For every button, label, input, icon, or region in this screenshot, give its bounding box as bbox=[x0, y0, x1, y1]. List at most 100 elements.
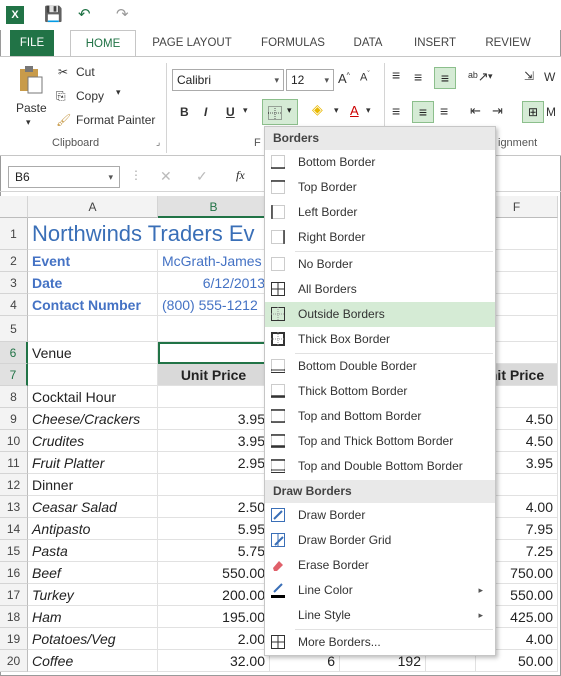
insert-function-icon[interactable]: fx bbox=[236, 168, 245, 183]
row-header-selected[interactable]: 6 bbox=[0, 342, 28, 364]
save-icon[interactable]: 💾 bbox=[44, 5, 63, 23]
cell-a4[interactable]: Contact Number bbox=[28, 294, 158, 316]
row-header[interactable]: 5 bbox=[0, 316, 28, 342]
sheet-title-cell[interactable]: Northwinds Traders Ev bbox=[28, 218, 270, 250]
row-header[interactable]: 3 bbox=[0, 272, 28, 294]
font-name-combo[interactable]: Calibri ▾ bbox=[172, 69, 284, 91]
shrink-font-icon[interactable]: Aˇ bbox=[360, 71, 370, 84]
cancel-icon[interactable]: ✕ bbox=[160, 168, 172, 185]
font-size-combo[interactable]: 12 ▾ bbox=[286, 69, 334, 91]
orientation-icon[interactable]: ᵃᵇ↗ bbox=[468, 69, 489, 85]
cell-b20[interactable]: 32.00 bbox=[158, 650, 270, 672]
tab-review[interactable]: REVIEW bbox=[478, 30, 538, 56]
menu-item-top-and-double-bottom-border[interactable]: Top and Double Bottom Border bbox=[265, 454, 495, 479]
orientation-dropdown-icon[interactable]: ▾ bbox=[488, 71, 493, 82]
select-all-corner[interactable] bbox=[0, 196, 28, 218]
cell-a12[interactable]: Dinner bbox=[28, 474, 158, 496]
cell-b3[interactable]: 6/12/2013 bbox=[158, 272, 270, 294]
cell-b7[interactable]: Unit Price bbox=[158, 364, 270, 386]
row-header[interactable]: 4 bbox=[0, 294, 28, 316]
copy-icon[interactable]: ⎘ bbox=[56, 89, 66, 104]
cell-b14[interactable]: 5.95 bbox=[158, 518, 270, 540]
row-header[interactable]: 16 bbox=[0, 562, 28, 584]
borders-button[interactable]: ▾ bbox=[262, 99, 298, 125]
grow-font-icon[interactable]: A^ bbox=[338, 71, 350, 86]
tab-insert[interactable]: INSERT bbox=[404, 30, 466, 56]
menu-item-line-style[interactable]: Line Style ▸ bbox=[265, 603, 495, 628]
cell-b19[interactable]: 2.00 bbox=[158, 628, 270, 650]
copy-dropdown-icon[interactable]: ▾ bbox=[116, 87, 121, 98]
menu-item-bottom-border[interactable]: Bottom Border bbox=[265, 150, 495, 175]
merge-center-icon[interactable]: ⊞ bbox=[522, 101, 544, 123]
cell-b5[interactable] bbox=[158, 316, 270, 342]
bold-button[interactable]: B bbox=[180, 105, 189, 119]
undo-icon[interactable]: ↶ bbox=[78, 5, 91, 23]
cell-a17[interactable]: Turkey bbox=[28, 584, 158, 606]
row-header-selected[interactable]: 7 bbox=[0, 364, 28, 386]
row-header[interactable]: 14 bbox=[0, 518, 28, 540]
menu-item-right-border[interactable]: Right Border bbox=[265, 225, 495, 250]
merge-center-label[interactable]: M bbox=[546, 105, 556, 119]
tab-file[interactable]: FILE bbox=[10, 30, 54, 56]
cut-button[interactable]: Cut bbox=[76, 65, 95, 79]
cell-b11[interactable]: 2.95 bbox=[158, 452, 270, 474]
increase-indent-icon[interactable]: ⇥ bbox=[492, 103, 503, 119]
cell-a7[interactable] bbox=[28, 364, 158, 386]
align-center-icon[interactable]: ≡ bbox=[412, 101, 434, 123]
menu-item-thick-box-border[interactable]: Thick Box Border bbox=[265, 327, 495, 352]
font-color-dropdown-icon[interactable]: ▾ bbox=[366, 105, 371, 116]
wrap-text-label[interactable]: W bbox=[544, 70, 555, 84]
align-left-icon[interactable]: ≡ bbox=[392, 103, 400, 119]
cell-b16[interactable]: 550.00 bbox=[158, 562, 270, 584]
cell-a19[interactable]: Potatoes/Veg bbox=[28, 628, 158, 650]
menu-item-no-border[interactable]: No Border bbox=[265, 252, 495, 277]
name-box[interactable]: B6 ▾ bbox=[8, 166, 120, 188]
menu-item-top-and-thick-bottom-border[interactable]: Top and Thick Bottom Border bbox=[265, 429, 495, 454]
row-header[interactable]: 19 bbox=[0, 628, 28, 650]
cell-b10[interactable]: 3.95 bbox=[158, 430, 270, 452]
align-right-icon[interactable]: ≡ bbox=[440, 103, 448, 119]
cell-a11[interactable]: Fruit Platter bbox=[28, 452, 158, 474]
cell-b9[interactable]: 3.95 bbox=[158, 408, 270, 430]
menu-item-erase-border[interactable]: Erase Border bbox=[265, 553, 495, 578]
column-header-b[interactable]: B bbox=[158, 196, 270, 218]
paste-dropdown-icon[interactable]: ▾ bbox=[26, 117, 31, 128]
row-header[interactable]: 18 bbox=[0, 606, 28, 628]
row-header[interactable]: 8 bbox=[0, 386, 28, 408]
tab-home[interactable]: HOME bbox=[70, 30, 136, 56]
enter-icon[interactable]: ✓ bbox=[196, 168, 208, 185]
menu-item-line-color[interactable]: Line Color ▸ bbox=[265, 578, 495, 603]
format-painter-button[interactable]: Format Painter bbox=[76, 113, 155, 127]
paste-icon[interactable] bbox=[18, 65, 44, 95]
cell-b6-active[interactable] bbox=[158, 342, 270, 364]
cell-a2[interactable]: Event bbox=[28, 250, 158, 272]
align-top-icon[interactable]: ≡ bbox=[392, 67, 400, 83]
row-header[interactable]: 15 bbox=[0, 540, 28, 562]
row-header[interactable]: 13 bbox=[0, 496, 28, 518]
cell-a10[interactable]: Crudites bbox=[28, 430, 158, 452]
menu-item-draw-border-grid[interactable]: Draw Border Grid bbox=[265, 528, 495, 553]
row-header[interactable]: 11 bbox=[0, 452, 28, 474]
decrease-indent-icon[interactable]: ⇤ bbox=[470, 103, 481, 119]
cell-b8[interactable] bbox=[158, 386, 270, 408]
menu-item-draw-border[interactable]: Draw Border bbox=[265, 503, 495, 528]
align-bottom-icon[interactable]: ≡ bbox=[434, 67, 456, 89]
cell-a15[interactable]: Pasta bbox=[28, 540, 158, 562]
cell-b12[interactable] bbox=[158, 474, 270, 496]
cell-a9[interactable]: Cheese/Crackers bbox=[28, 408, 158, 430]
menu-item-thick-bottom-border[interactable]: Thick Bottom Border bbox=[265, 379, 495, 404]
menu-item-outside-borders-highlighted[interactable]: Outside Borders bbox=[265, 302, 495, 327]
menu-item-bottom-double-border[interactable]: Bottom Double Border bbox=[265, 354, 495, 379]
copy-button[interactable]: Copy bbox=[76, 89, 104, 103]
tab-data[interactable]: DATA bbox=[346, 30, 390, 56]
row-header[interactable]: 1 bbox=[0, 218, 28, 250]
cell-b4[interactable]: (800) 555-1212 bbox=[158, 294, 270, 316]
cell-a6[interactable]: Venue bbox=[28, 342, 158, 364]
redo-icon[interactable]: ↷ bbox=[116, 5, 129, 23]
cell-b2[interactable]: McGrath-James bbox=[158, 250, 270, 272]
cell-b13[interactable]: 2.50 bbox=[158, 496, 270, 518]
cell-a14[interactable]: Antipasto bbox=[28, 518, 158, 540]
row-header[interactable]: 17 bbox=[0, 584, 28, 606]
menu-item-top-and-bottom-border[interactable]: Top and Bottom Border bbox=[265, 404, 495, 429]
paste-label[interactable]: Paste bbox=[16, 101, 47, 115]
